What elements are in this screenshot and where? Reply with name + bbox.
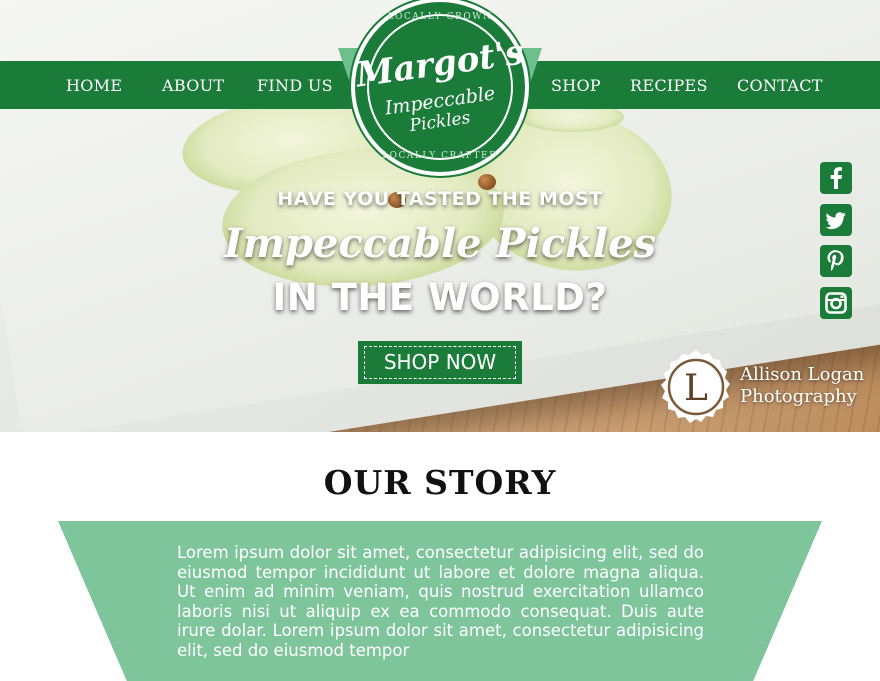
logo-bottom-arc: LOCALLY CRAFTED: [382, 151, 498, 161]
nav-recipes[interactable]: RECIPES: [630, 61, 708, 109]
facebook-icon[interactable]: [820, 162, 852, 194]
twitter-icon[interactable]: [820, 204, 852, 236]
nav-contact[interactable]: CONTACT: [737, 61, 823, 109]
nav-shop[interactable]: SHOP: [551, 61, 601, 109]
credit-name: Allison Logan: [740, 364, 865, 385]
hero-headline-bottom: IN THE WORLD?: [272, 276, 608, 319]
photographer-seal: L: [657, 349, 735, 427]
our-story-heading: OUR STORY: [323, 463, 557, 502]
logo-top-arc: LOCALLY GROWN: [387, 12, 493, 22]
story-paragraph: Lorem ipsum dolor sit amet, consectetur …: [177, 543, 704, 660]
hero-headline-script: Impeccable Pickles: [223, 220, 657, 267]
pinterest-icon[interactable]: [820, 245, 852, 277]
instagram-icon[interactable]: [820, 287, 852, 319]
nav-find-us[interactable]: FIND US: [257, 61, 333, 109]
hero-headline-top: HAVE YOU TASTED THE MOST: [277, 188, 603, 210]
shop-now-label: SHOP NOW: [364, 346, 516, 379]
nav-home[interactable]: HOME: [66, 61, 122, 109]
photo-credit: Allison Logan Photography: [740, 364, 864, 408]
nav-about[interactable]: ABOUT: [162, 61, 224, 109]
brand-logo[interactable]: LOCALLY GROWN Margot's Impeccable Pickle…: [353, 2, 527, 172]
seal-letter: L: [684, 368, 708, 409]
shop-now-button[interactable]: SHOP NOW: [358, 341, 522, 384]
credit-role: Photography: [740, 386, 857, 407]
